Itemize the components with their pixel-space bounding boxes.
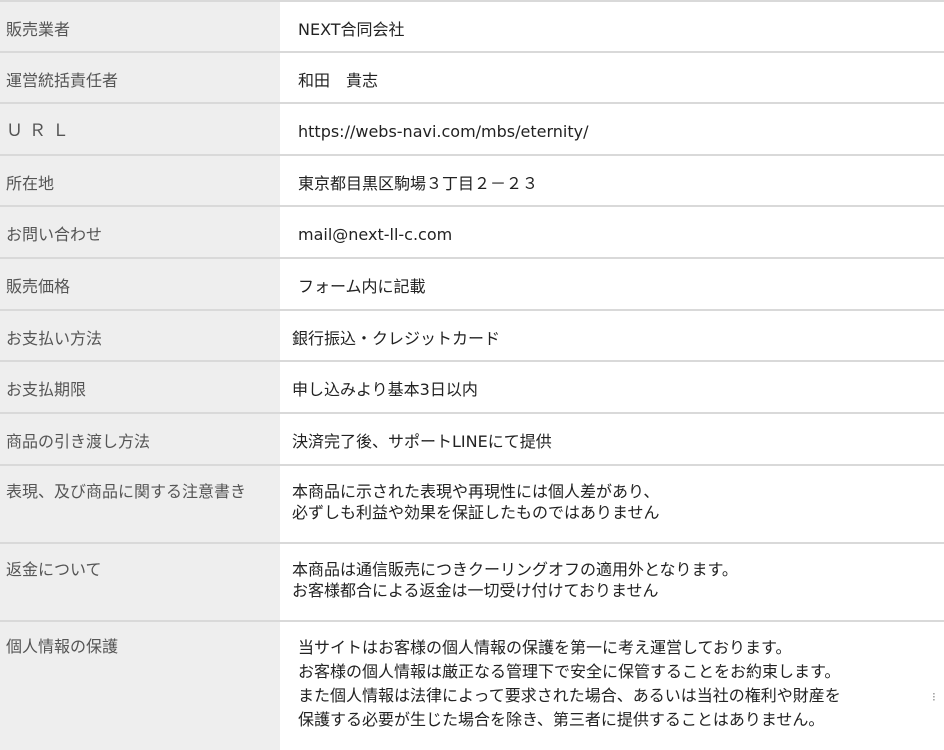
row-value: 申し込みより基本3日以内 (280, 362, 944, 412)
url-link[interactable]: https://webs-navi.com/mbs/eternity/ (298, 121, 934, 142)
row-label: 販売業者 (0, 2, 280, 51)
row-label: お問い合わせ (0, 207, 280, 257)
table-row-contact: お問い合わせ mail@next-ll-c.com (0, 207, 944, 259)
row-value: NEXT合同会社 (280, 2, 944, 51)
value-line: 本商品に示された表現や再現性には個人差があり、 (292, 482, 660, 501)
table-row-payment-method: お支払い方法 銀行振込・クレジットカード (0, 311, 944, 362)
table-row-seller: 販売業者 NEXT合同会社 (0, 2, 944, 53)
row-label: お支払期限 (0, 362, 280, 412)
row-label: 個人情報の保護 (0, 622, 280, 750)
value-line: NEXT合同会社 (298, 20, 405, 39)
value-line: フォーム内に記載 (298, 277, 426, 296)
row-value: 決済完了後、サポートLINEにて提供 (280, 414, 944, 464)
row-value: 本商品に示された表現や再現性には個人差があり、 必ずしも利益や効果を保証したもの… (280, 466, 944, 542)
table-row-url: ＵＲＬ https://webs-navi.com/mbs/eternity/ (0, 104, 944, 156)
table-row-manager: 運営統括責任者 和田 貴志 (0, 53, 944, 104)
row-label: 販売価格 (0, 259, 280, 309)
row-value: 本商品は通信販売につきクーリングオフの適用外となります。 お客様都合による返金は… (280, 544, 944, 620)
value-line: 必ずしも利益や効果を保証したものではありません (292, 503, 660, 522)
scroll-indicator[interactable]: ⁝ (932, 690, 936, 704)
row-value: 当サイトはお客様の個人情報の保護を第一に考え運営しております。 お客様の個人情報… (280, 622, 944, 750)
row-value: フォーム内に記載 (280, 259, 944, 309)
row-label: 運営統括責任者 (0, 53, 280, 102)
row-value: https://webs-navi.com/mbs/eternity/ (280, 104, 944, 154)
value-line: 決済完了後、サポートLINEにて提供 (292, 432, 552, 451)
row-label: 表現、及び商品に関する注意書き (0, 466, 280, 542)
value-line: また個人情報は法律によって要求された場合、あるいは当社の権利や財産を (298, 686, 841, 705)
row-label: 商品の引き渡し方法 (0, 414, 280, 464)
row-label: ＵＲＬ (0, 104, 280, 154)
value-line: 和田 貴志 (298, 71, 379, 90)
value-line: 銀行振込・クレジットカード (292, 329, 501, 348)
table-row-refund: 返金について 本商品は通信販売につきクーリングオフの適用外となります。 お客様都… (0, 544, 944, 622)
row-label: 所在地 (0, 156, 280, 205)
table-row-privacy: 個人情報の保護 当サイトはお客様の個人情報の保護を第一に考え運営しております。 … (0, 622, 944, 750)
email-link[interactable]: mail@next-ll-c.com (298, 224, 934, 245)
row-value: 東京都目黒区駒場３丁目２－２３ (280, 156, 944, 205)
row-label: お支払い方法 (0, 311, 280, 360)
row-value: 銀行振込・クレジットカード (280, 311, 944, 360)
legal-info-table: 販売業者 NEXT合同会社 運営統括責任者 和田 貴志 ＵＲＬ https://… (0, 0, 944, 750)
row-value: 和田 貴志 (280, 53, 944, 102)
value-line: 本商品は通信販売につきクーリングオフの適用外となります。 (292, 560, 738, 579)
row-value: mail@next-ll-c.com (280, 207, 944, 257)
table-row-address: 所在地 東京都目黒区駒場３丁目２－２３ (0, 156, 944, 207)
value-line: 東京都目黒区駒場３丁目２－２３ (298, 174, 539, 193)
value-line: お客様の個人情報は厳正なる管理下で安全に保管することをお約束します。 (298, 662, 841, 681)
value-line: お客様都合による返金は一切受け付けておりません (292, 581, 659, 600)
value-line: 申し込みより基本3日以内 (292, 380, 478, 399)
table-row-price: 販売価格 フォーム内に記載 (0, 259, 944, 311)
table-row-delivery: 商品の引き渡し方法 決済完了後、サポートLINEにて提供 (0, 414, 944, 466)
row-label: 返金について (0, 544, 280, 620)
value-line: 保護する必要が生じた場合を除き、第三者に提供することはありません。 (298, 710, 825, 729)
value-line: 当サイトはお客様の個人情報の保護を第一に考え運営しております。 (298, 638, 792, 657)
table-row-payment-deadline: お支払期限 申し込みより基本3日以内 (0, 362, 944, 414)
table-row-disclaimer: 表現、及び商品に関する注意書き 本商品に示された表現や再現性には個人差があり、 … (0, 466, 944, 544)
